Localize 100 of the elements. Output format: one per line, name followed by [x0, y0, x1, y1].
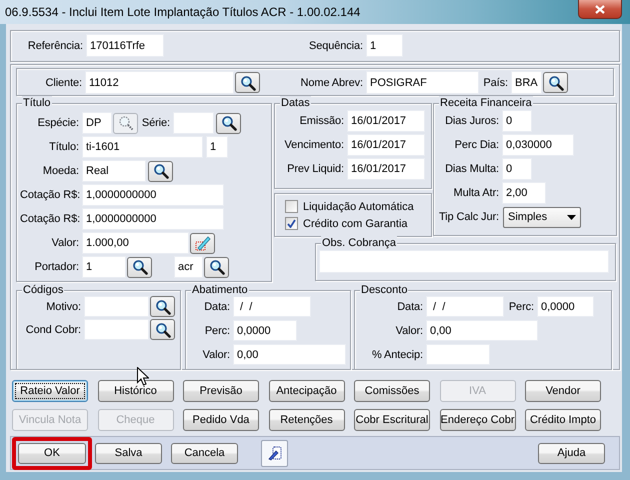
input-field[interactable]: 16/01/2017 — [348, 135, 424, 155]
field-label: Multa Atr: — [452, 187, 499, 199]
input-field[interactable] — [320, 251, 608, 272]
action-button[interactable]: Vendor — [525, 380, 601, 402]
search-icon — [154, 322, 170, 338]
input-field[interactable]: 0,00 — [427, 321, 537, 340]
input-field[interactable]: 0,030000 — [503, 135, 573, 155]
field-label: Série: — [140, 117, 170, 129]
input-field[interactable]: 0 — [503, 111, 531, 131]
input-field[interactable]: 0,0000 — [538, 297, 593, 316]
dropdown-value: Simples — [508, 211, 548, 223]
action-button[interactable]: Crédito Impto — [525, 409, 601, 431]
search-icon — [152, 163, 168, 179]
field-label: Título: — [48, 141, 79, 153]
window-title: 06.9.5534 - Inclui Item Lote Implantação Títulos ACR - 1.00.02.144 — [5, 5, 360, 19]
input-field[interactable]: 11012 — [86, 72, 233, 93]
dialog-button[interactable]: Salva — [95, 442, 162, 464]
field-label: Valor: — [202, 348, 230, 360]
field-label: Motivo: — [45, 300, 81, 312]
input-field[interactable]: Real — [83, 161, 145, 181]
dialog-button[interactable]: OK — [18, 442, 86, 464]
field-label: Perc: — [204, 324, 230, 336]
field-label: Perc Dia: — [454, 139, 499, 151]
field-label: Portador: — [34, 261, 79, 273]
action-button[interactable]: Pedido Vda — [183, 409, 259, 431]
checkbox[interactable] — [285, 217, 298, 230]
action-button[interactable]: Comissões — [354, 380, 430, 402]
field-label: Emissão: — [298, 115, 344, 127]
search-button[interactable] — [150, 296, 175, 317]
group-title: Códigos — [22, 283, 64, 297]
field-label: Cotação R$: — [20, 213, 79, 225]
caret-icon — [567, 214, 576, 220]
search-icon — [240, 74, 256, 90]
input-field[interactable] — [427, 345, 489, 364]
search-icon — [220, 115, 236, 131]
input-field[interactable]: 16/01/2017 — [348, 111, 424, 131]
input-field[interactable] — [85, 297, 148, 316]
edit-button[interactable] — [261, 440, 288, 466]
checkbox-label: Crédito com Garantia — [303, 218, 408, 230]
field-label: Dias Juros: — [444, 115, 499, 127]
input-field[interactable]: ti-1601 — [83, 137, 202, 157]
dialog-button[interactable]: Cancela — [171, 442, 238, 464]
input-field[interactable]: 0 — [503, 159, 531, 179]
action-button[interactable]: Antecipação — [268, 380, 344, 402]
dropdown[interactable]: Simples — [503, 206, 581, 228]
search-icon — [154, 298, 170, 314]
input-field[interactable]: 16/01/2017 — [348, 159, 424, 179]
input-field[interactable]: DP — [83, 113, 111, 133]
input-field[interactable] — [174, 113, 213, 133]
input-field[interactable]: 2,00 — [503, 183, 545, 203]
input-field[interactable] — [85, 320, 148, 339]
input-field[interactable]: / / — [427, 297, 503, 316]
action-button[interactable]: Endereço Cobr — [440, 409, 516, 431]
input-field[interactable]: 1 — [83, 257, 125, 277]
field-label: Valor: — [394, 324, 423, 336]
document-pen-icon — [266, 445, 282, 461]
input-field[interactable]: POSIGRAF — [367, 72, 478, 93]
input-field[interactable]: 170116Trfe — [87, 35, 163, 56]
input-field[interactable]: 0,0000 — [234, 321, 296, 340]
search-button[interactable] — [127, 256, 152, 278]
field-label: País: — [482, 76, 508, 88]
input-field[interactable]: acr — [175, 257, 202, 277]
input-field[interactable]: 1 — [367, 35, 402, 56]
field-label: Nome Abrev: — [300, 76, 363, 88]
input-field[interactable]: 1,0000000000 — [83, 185, 223, 205]
input-field[interactable]: BRA — [512, 72, 541, 93]
check-icon — [287, 219, 296, 228]
dialog-button[interactable]: Ajuda — [538, 442, 605, 464]
action-button[interactable]: Histórico — [98, 380, 174, 402]
close-button[interactable] — [578, 0, 622, 19]
input-field[interactable]: / / — [234, 297, 310, 316]
field-label: Dias Multa: — [444, 163, 499, 175]
field-label: Prev Liquid: — [286, 163, 344, 175]
field-label: Data: — [396, 300, 423, 312]
action-button[interactable]: Cobr Escritural — [354, 409, 430, 431]
close-icon — [595, 4, 605, 14]
field-label: Perc: — [508, 300, 534, 312]
input-field[interactable]: 1.000,00 — [83, 233, 188, 253]
search-button[interactable] — [235, 72, 260, 93]
checkbox-label: Liquidação Automática — [303, 200, 414, 212]
action-button[interactable]: Previsão — [183, 380, 259, 402]
field-label: % Antecip: — [371, 348, 423, 360]
search-button[interactable] — [543, 72, 568, 93]
checkbox[interactable] — [285, 200, 298, 213]
search-icon — [118, 115, 134, 131]
field-label: Sequência: — [308, 40, 363, 52]
action-button[interactable]: Rateio Valor — [12, 380, 88, 402]
search-button[interactable] — [216, 112, 241, 134]
group-title: Obs. Cobrança — [321, 236, 397, 250]
search-button[interactable] — [150, 319, 175, 340]
action-button[interactable]: Retenções — [268, 409, 344, 431]
search-button[interactable] — [148, 160, 173, 182]
input-field[interactable]: 0,00 — [234, 345, 345, 364]
field-label: Cotação R$: — [20, 189, 79, 201]
mouse-cursor-icon — [137, 367, 149, 386]
search-icon — [208, 259, 224, 275]
edit-button[interactable] — [190, 232, 215, 254]
input-field[interactable]: 1,0000000000 — [83, 209, 223, 229]
search-button[interactable] — [204, 256, 229, 278]
input-field[interactable]: 1 — [207, 137, 227, 157]
